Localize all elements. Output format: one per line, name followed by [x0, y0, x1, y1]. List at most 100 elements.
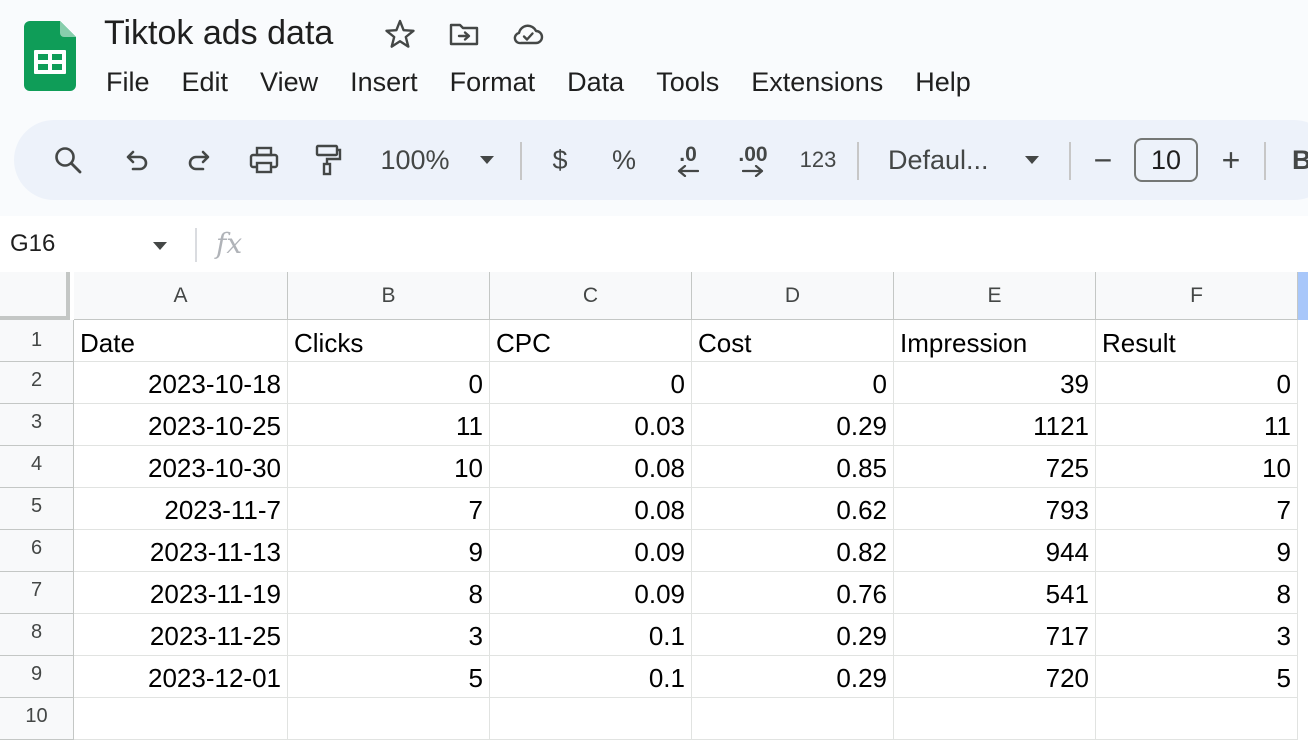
cell-d3[interactable]: 0.29 — [692, 404, 894, 446]
cell-e8[interactable]: 717 — [894, 614, 1096, 656]
row-header-1[interactable]: 1 — [0, 320, 74, 362]
zoom-select[interactable]: 100% — [370, 120, 460, 200]
print-icon[interactable] — [244, 120, 284, 200]
increase-decimal-button[interactable]: .00 — [728, 120, 778, 200]
column-header-d[interactable]: D — [692, 272, 894, 320]
more-formats-button[interactable]: 123 — [794, 120, 842, 200]
cell-e9[interactable]: 720 — [894, 656, 1096, 698]
spreadsheet-grid[interactable]: A B C D E F 1 Date Clicks CPC Cost Impression Result… — [0, 272, 1308, 746]
cell-d2[interactable]: 0 — [692, 362, 894, 404]
row-header-8[interactable]: 8 — [0, 614, 74, 656]
row-header-2[interactable]: 2 — [0, 362, 74, 404]
increase-font-size-button[interactable]: + — [1216, 120, 1246, 200]
currency-format-button[interactable]: $ — [544, 120, 576, 200]
cell-b7[interactable]: 8 — [288, 572, 490, 614]
cell-e6[interactable]: 944 — [894, 530, 1096, 572]
cell-f6[interactable]: 9 — [1096, 530, 1298, 572]
cell-b2[interactable]: 0 — [288, 362, 490, 404]
cell-f8[interactable]: 3 — [1096, 614, 1298, 656]
column-header-f[interactable]: F — [1096, 272, 1298, 320]
menu-insert[interactable]: Insert — [334, 62, 434, 102]
cell-c6[interactable]: 0.09 — [490, 530, 692, 572]
paint-format-icon[interactable] — [308, 120, 348, 200]
cell-f2[interactable]: 0 — [1096, 362, 1298, 404]
cell-b4[interactable]: 10 — [288, 446, 490, 488]
row-header-10[interactable]: 10 — [0, 698, 74, 740]
cell-e3[interactable]: 1121 — [894, 404, 1096, 446]
cell-a5[interactable]: 2023-11-7 — [74, 488, 288, 530]
cell-b5[interactable]: 7 — [288, 488, 490, 530]
menu-data[interactable]: Data — [551, 62, 640, 102]
cell-b3[interactable]: 11 — [288, 404, 490, 446]
cell-a2[interactable]: 2023-10-18 — [74, 362, 288, 404]
cell-a3[interactable]: 2023-10-25 — [74, 404, 288, 446]
menu-file[interactable]: File — [90, 62, 166, 102]
decrease-font-size-button[interactable]: − — [1088, 120, 1118, 200]
cell-b9[interactable]: 5 — [288, 656, 490, 698]
move-to-folder-icon[interactable] — [448, 18, 480, 50]
cell-e4[interactable]: 725 — [894, 446, 1096, 488]
row-header-6[interactable]: 6 — [0, 530, 74, 572]
menu-view[interactable]: View — [244, 62, 334, 102]
cell-e10[interactable] — [894, 698, 1096, 740]
cell-d10[interactable] — [692, 698, 894, 740]
undo-icon[interactable] — [116, 120, 156, 200]
cell-f4[interactable]: 10 — [1096, 446, 1298, 488]
cell-a10[interactable] — [74, 698, 288, 740]
cell-c7[interactable]: 0.09 — [490, 572, 692, 614]
font-size-input[interactable]: 10 — [1134, 138, 1198, 182]
cell-f9[interactable]: 5 — [1096, 656, 1298, 698]
name-box[interactable]: G16 — [10, 216, 55, 272]
sheets-logo-icon[interactable] — [24, 21, 76, 91]
cell-d6[interactable]: 0.82 — [692, 530, 894, 572]
cell-c2[interactable]: 0 — [490, 362, 692, 404]
search-icon[interactable] — [48, 120, 88, 200]
menu-help[interactable]: Help — [899, 62, 987, 102]
cell-e1[interactable]: Impression — [894, 320, 1096, 362]
star-icon[interactable] — [384, 18, 416, 50]
cell-a1[interactable]: Date — [74, 320, 288, 362]
cell-c5[interactable]: 0.08 — [490, 488, 692, 530]
decrease-decimal-button[interactable]: .0 — [666, 120, 710, 200]
cell-d5[interactable]: 0.62 — [692, 488, 894, 530]
cell-a9[interactable]: 2023-12-01 — [74, 656, 288, 698]
cell-a8[interactable]: 2023-11-25 — [74, 614, 288, 656]
document-title[interactable]: Tiktok ads data — [104, 12, 333, 54]
cell-d8[interactable]: 0.29 — [692, 614, 894, 656]
cell-f3[interactable]: 11 — [1096, 404, 1298, 446]
menu-tools[interactable]: Tools — [640, 62, 735, 102]
name-box-dropdown-icon[interactable] — [152, 238, 168, 256]
cell-b10[interactable] — [288, 698, 490, 740]
cell-c8[interactable]: 0.1 — [490, 614, 692, 656]
select-all-corner[interactable] — [0, 272, 70, 320]
row-header-3[interactable]: 3 — [0, 404, 74, 446]
font-dropdown-icon[interactable] — [1018, 120, 1046, 200]
column-header-a[interactable]: A — [74, 272, 288, 320]
cell-e5[interactable]: 793 — [894, 488, 1096, 530]
cell-f1[interactable]: Result — [1096, 320, 1298, 362]
menu-edit[interactable]: Edit — [166, 62, 245, 102]
row-header-9[interactable]: 9 — [0, 656, 74, 698]
cell-c3[interactable]: 0.03 — [490, 404, 692, 446]
zoom-dropdown-icon[interactable] — [472, 120, 502, 200]
row-header-7[interactable]: 7 — [0, 572, 74, 614]
cell-a7[interactable]: 2023-11-19 — [74, 572, 288, 614]
cell-a6[interactable]: 2023-11-13 — [74, 530, 288, 572]
row-header-4[interactable]: 4 — [0, 446, 74, 488]
cell-f10[interactable] — [1096, 698, 1298, 740]
percent-format-button[interactable]: % — [608, 120, 640, 200]
cell-d9[interactable]: 0.29 — [692, 656, 894, 698]
column-header-b[interactable]: B — [288, 272, 490, 320]
cell-c4[interactable]: 0.08 — [490, 446, 692, 488]
cell-c1[interactable]: CPC — [490, 320, 692, 362]
font-family-select[interactable]: Defaul... — [888, 120, 1008, 200]
cloud-saved-icon[interactable] — [512, 18, 544, 50]
menu-extensions[interactable]: Extensions — [735, 62, 899, 102]
cell-b8[interactable]: 3 — [288, 614, 490, 656]
cell-d7[interactable]: 0.76 — [692, 572, 894, 614]
column-header-c[interactable]: C — [490, 272, 692, 320]
cell-a4[interactable]: 2023-10-30 — [74, 446, 288, 488]
cell-e2[interactable]: 39 — [894, 362, 1096, 404]
cell-b1[interactable]: Clicks — [288, 320, 490, 362]
redo-icon[interactable] — [180, 120, 220, 200]
